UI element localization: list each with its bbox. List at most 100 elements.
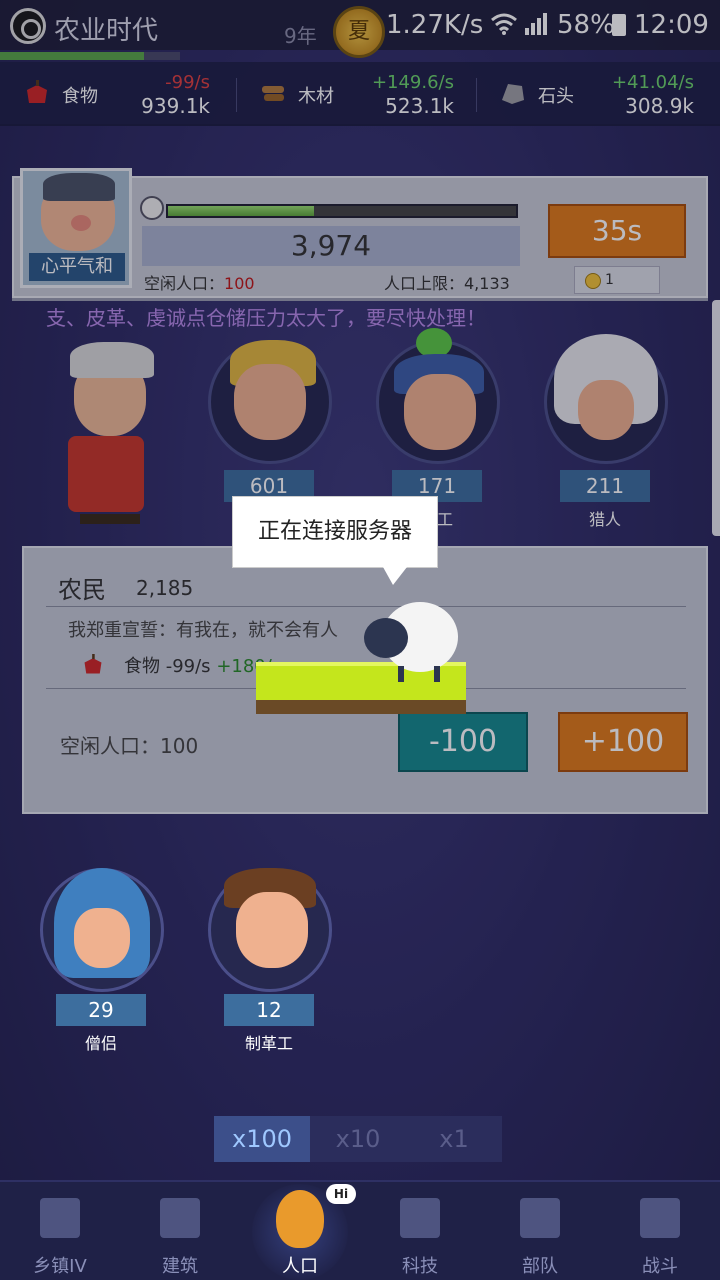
production-label: 食物 -99/s [124,656,211,677]
population-progress-bar [166,204,518,218]
worker-count: 29 [56,994,146,1026]
worker-farmer-selected[interactable] [40,330,170,530]
population-cap: 人口上限：4,133 [384,274,510,293]
worker-hunter[interactable]: 211 猎人 [544,334,668,530]
nav-army[interactable]: 部队 [480,1180,600,1280]
wifi-icon [491,13,517,35]
status-bar: 农业时代 9年 夏 1.27K/s 58% 12:09 [0,0,720,58]
banner-icon [520,1198,560,1238]
grass-dirt [256,700,466,714]
signal-icon [525,13,547,35]
idle-population: 空闲人口：100 [144,270,255,294]
nav-label: 部队 [522,1256,558,1277]
nav-label: 人口 [282,1256,318,1277]
sheep-leg [398,666,404,682]
era-progress-bar [0,52,180,60]
population-progress-fill [168,206,315,216]
idle-value: 100 [224,274,255,293]
resource-name: 食物 [62,86,98,107]
worker-count: 12 [224,994,314,1026]
season-badge: 夏 [333,6,385,58]
worker-head [404,374,476,450]
resource-rate: +41.04/s [611,72,694,93]
battery-percent: 58% [557,10,615,40]
worker-role: 猎人 [588,510,621,529]
population-panel: 心平气和 3,974 空闲人口：100 人口上限：4,133 35s 1 [12,168,708,298]
worker-body [68,436,144,512]
apple-icon [84,654,102,674]
era-title: 农业时代 [54,16,159,46]
storage-warning: 支、皮革、虔诚点仓储压力太大了，要尽快处理！ [46,306,486,330]
coin-value: 1 [605,272,614,288]
leader-hair [43,173,115,201]
farmer-quote: 我郑重宣誓：有我在，就不会有人 [68,620,338,641]
resource-name: 石头 [538,86,574,107]
multiplier-x1[interactable]: x1 [406,1116,502,1162]
nav-label: 战斗 [642,1256,678,1277]
nav-label: 科技 [402,1256,438,1277]
swords-icon [640,1198,680,1238]
house-icon [160,1198,200,1238]
resource-amount: 939.1k [141,94,210,118]
farmer-title: 农民 [58,576,106,604]
resource-wood[interactable]: 木材 +149.6/s 523.1k [260,62,454,126]
worker-role: 僧侣 [84,1034,117,1053]
connecting-message: 正在连接服务器 [232,496,438,585]
resource-amount: 523.1k [385,94,454,118]
divider [476,78,477,112]
network-speed: 1.27K/s [386,10,484,40]
castle-icon [40,1198,80,1238]
farmer-idle-population: 空闲人口：100 [60,734,199,758]
coin-icon [585,273,601,289]
leader-name: 心平气和 [29,253,125,281]
worker-feet [80,514,140,524]
worker-tanner[interactable]: 12 制革工 [208,868,332,1058]
worker-head [234,364,306,440]
worker-monk[interactable]: 29 僧侣 [40,868,164,1058]
worker-woodcutter[interactable]: 601 [208,340,332,510]
resource-rate: -99/s [165,72,210,93]
worker-head [578,380,634,440]
apple-icon [27,80,47,103]
battery-icon [612,14,626,36]
nav-battle[interactable]: 战斗 [600,1180,720,1280]
resource-food[interactable]: 食物 -99/s 939.1k [24,62,210,126]
worker-role: 制革工 [244,1034,293,1053]
nav-label: 乡镇IV [33,1256,87,1277]
increase-100-button[interactable]: +100 [558,712,688,772]
multiplier-x100[interactable]: x100 [214,1116,310,1162]
clock: 12:09 [634,10,709,40]
year-label: 9年 [284,24,317,48]
hi-bubble: Hi [326,1184,356,1204]
coin-cost[interactable]: 1 [574,266,660,294]
era-logo-icon[interactable] [10,8,46,44]
idle-label: 空闲人口： [144,274,225,293]
nav-label: 建筑 [162,1256,198,1277]
stone-icon [502,84,524,104]
nav-tech[interactable]: 科技 [360,1180,480,1280]
speedup-timer-button[interactable]: 35s [548,204,686,258]
book-icon [400,1198,440,1238]
sheep-leg [434,666,440,682]
multiplier-x10[interactable]: x10 [310,1116,406,1162]
decrease-100-button[interactable]: -100 [398,712,528,772]
nav-town[interactable]: 乡镇IV [0,1180,120,1280]
farmer-count: 2,185 [136,576,194,600]
divider [236,78,237,112]
mascot-icon [276,1190,324,1248]
worker-head [236,892,308,968]
sheep-face [364,618,408,658]
resource-stone[interactable]: 石头 +41.04/s 308.9k [500,62,694,126]
resource-name: 木材 [298,86,334,107]
resource-amount: 308.9k [625,94,694,118]
nav-buildings[interactable]: 建筑 [120,1180,240,1280]
leader-portrait[interactable]: 心平气和 [20,168,132,288]
stopwatch-icon [140,196,164,220]
resource-bar: 食物 -99/s 939.1k 木材 +149.6/s 523.1k 石头 +4… [0,62,720,126]
side-drawer-handle[interactable] [712,300,720,536]
population-count: 3,974 [142,226,520,266]
leader-nose [71,215,91,231]
loading-sheep-icon [364,600,460,684]
worker-count: 211 [560,470,650,502]
wood-icon [262,86,284,101]
